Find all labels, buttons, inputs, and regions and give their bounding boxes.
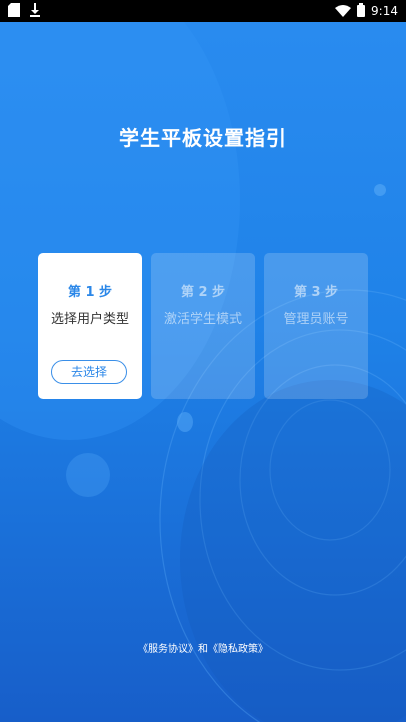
choose-user-type-button[interactable]: 去选择 (51, 360, 127, 384)
step-3-label: 第 3 步 (293, 285, 339, 300)
battery-icon (357, 2, 366, 21)
step-1-label: 第 1 步 (67, 285, 113, 300)
step-1-description: 选择用户类型 (50, 312, 129, 327)
download-icon (29, 2, 41, 21)
step-2-label: 第 2 步 (180, 285, 226, 300)
wifi-icon (335, 2, 352, 21)
status-time: 9:14 (371, 4, 398, 18)
privacy-policy-link[interactable]: 《隐私政策》 (208, 644, 268, 655)
sd-card-icon (8, 2, 20, 21)
step-1-card[interactable]: 第 1 步 选择用户类型 去选择 (38, 253, 142, 399)
setup-guide-screen: 9:14 学生平板设置指引 第 1 步 选择用户类型 去选择 第 2 步 激活学… (0, 0, 406, 722)
step-2-card: 第 2 步 激活学生模式 (151, 253, 255, 399)
page-title: 学生平板设置指引 (119, 126, 287, 150)
step-3-card: 第 3 步 管理员账号 (264, 253, 368, 399)
agreement-footer: 《服务协议》和《隐私政策》 (0, 640, 406, 655)
service-agreement-link[interactable]: 《服务协议》 (138, 644, 198, 655)
footer-connector: 和 (198, 644, 208, 655)
status-bar: 9:14 (0, 0, 406, 22)
step-2-description: 激活学生模式 (163, 312, 242, 327)
step-3-description: 管理员账号 (283, 312, 349, 327)
